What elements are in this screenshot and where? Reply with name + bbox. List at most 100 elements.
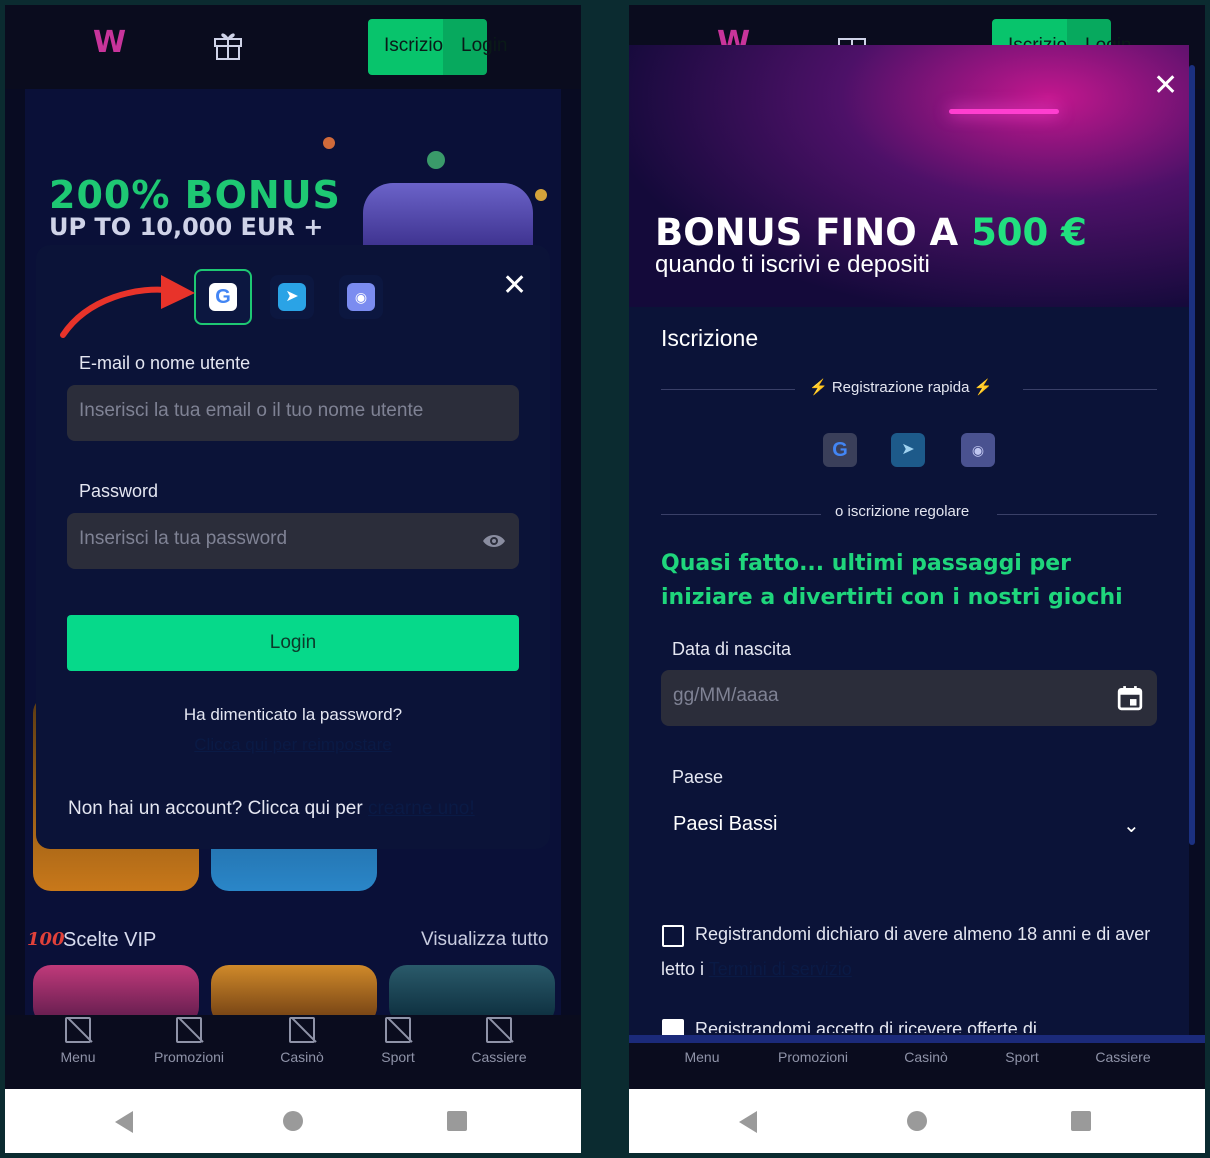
divider-line	[1023, 389, 1157, 390]
divider-line	[661, 514, 821, 515]
no-account-label: Non hai un account? Clicca qui per	[68, 798, 368, 819]
nav-casino[interactable]: Casinò	[277, 1015, 327, 1065]
calendar-icon[interactable]	[1117, 685, 1143, 711]
right-phone-screen: W Iscrizione Login ✕ BONUS FINO A 500 € …	[629, 5, 1205, 1153]
forgot-password-text: Ha dimenticato la password?	[183, 705, 403, 724]
country-label: Paese	[672, 767, 724, 787]
recents-icon[interactable]	[447, 1111, 467, 1131]
broken-image-icon	[65, 1017, 91, 1043]
email-input[interactable]: Inserisci la tua email o il tuo nome ute…	[67, 385, 519, 441]
back-icon[interactable]	[115, 1111, 133, 1133]
bonus-amount: 500 €	[971, 211, 1087, 254]
broken-image-icon	[385, 1017, 411, 1043]
login-submit-button[interactable]: Login	[67, 615, 519, 671]
hundred-icon: 100	[27, 929, 65, 950]
nav-cassiere[interactable]: Cassiere	[467, 1015, 531, 1065]
banner-bonus-title: BONUS FINO A 500 €	[655, 211, 1087, 254]
divider-line	[661, 389, 795, 390]
nav-label: Casinò	[280, 1049, 324, 1065]
telegram-signup-button[interactable]: ➤	[891, 433, 925, 467]
nav-label: Casinò	[904, 1049, 948, 1065]
nav-sport[interactable]: Sport	[373, 1015, 423, 1065]
nav-label: Promozioni	[777, 1049, 849, 1065]
coin-decoration	[535, 189, 547, 201]
quick-registration-label: ⚡ Registrazione rapida ⚡	[809, 379, 993, 396]
dob-input[interactable]: gg/MM/aaaa	[661, 670, 1157, 726]
nav-label: Promozioni	[153, 1049, 225, 1065]
nav-menu[interactable]: Menu	[53, 1015, 103, 1065]
left-phone-screen: W Iscrizione Login 200% BONUS UP TO 10,0…	[5, 5, 581, 1153]
nav-casino[interactable]: Casinò	[901, 1049, 951, 1065]
nav-menu[interactable]: Menu	[677, 1049, 727, 1065]
home-icon[interactable]	[283, 1111, 303, 1131]
back-icon[interactable]	[739, 1111, 757, 1133]
android-navigation-bar	[629, 1089, 1205, 1153]
broken-image-icon	[176, 1017, 202, 1043]
bonus-title-prefix: BONUS FINO A	[655, 211, 972, 254]
discord-icon: ◉	[971, 442, 985, 458]
dob-label: Data di nascita	[672, 639, 792, 659]
country-select[interactable]: Paesi Bassi	[673, 813, 778, 836]
site-logo[interactable]: W	[93, 25, 126, 60]
nav-label: Sport	[381, 1049, 415, 1065]
registration-banner: ✕ BONUS FINO A 500 € quando ti iscrivi e…	[629, 45, 1189, 307]
nav-label: Cassiere	[1095, 1049, 1151, 1065]
banner-bonus-subtitle: UP TO 10,000 EUR +	[49, 213, 324, 241]
view-all-link[interactable]: Visualizza tutto	[421, 929, 548, 951]
broken-image-icon	[289, 1017, 315, 1043]
recents-icon[interactable]	[1071, 1111, 1091, 1131]
banner-bonus-subtitle: quando ti iscrivi e depositi	[655, 251, 930, 278]
nav-label: Cassiere	[471, 1049, 527, 1065]
bottom-navigation: Menu Promozioni Casinò Sport Cassiere	[629, 1043, 1205, 1089]
discord-login-button[interactable]: ◉	[339, 275, 383, 319]
telegram-login-button[interactable]: ➤	[270, 275, 314, 319]
password-label: Password	[79, 481, 159, 501]
regular-registration-label: o iscrizione regolare	[835, 503, 970, 520]
chevron-down-icon[interactable]: ⌄	[1123, 813, 1140, 838]
coin-decoration	[323, 137, 335, 149]
google-icon: G	[209, 283, 237, 311]
gift-icon[interactable]	[213, 29, 243, 61]
treasure-chest-image	[363, 183, 533, 253]
password-input[interactable]: Inserisci la tua password	[67, 513, 519, 569]
close-icon[interactable]: ✕	[502, 271, 527, 301]
telegram-icon: ➤	[278, 283, 306, 311]
arrow-annotation	[60, 275, 195, 338]
login-button-top[interactable]: Login	[443, 19, 508, 75]
registration-message: Quasi fatto... ultimi passaggi per inizi…	[661, 551, 1123, 610]
nav-cassiere[interactable]: Cassiere	[1091, 1049, 1155, 1065]
offers-text: Registrandomi accetto di ricevere offert…	[695, 1019, 1037, 1033]
android-navigation-bar	[5, 1089, 581, 1153]
terms-text: Registrandomi dichiaro di avere almeno 1…	[661, 917, 1161, 987]
scrollbar[interactable]	[1189, 65, 1195, 845]
banner-bonus-title: 200% BONUS	[49, 173, 341, 217]
top-header: W Iscrizione Login	[5, 5, 581, 89]
discord-signup-button[interactable]: ◉	[961, 433, 995, 467]
reset-password-link[interactable]: Clicca qui per reimpostare	[36, 735, 550, 755]
coin-decoration	[427, 151, 445, 169]
email-label: E-mail o nome utente	[79, 353, 251, 373]
section-title: Iscrizione	[661, 325, 759, 351]
nav-promozioni[interactable]: Promozioni	[771, 1049, 855, 1065]
no-account-text: Non hai un account? Clicca qui per crear…	[68, 798, 475, 820]
home-icon[interactable]	[907, 1111, 927, 1131]
divider-line	[997, 514, 1157, 515]
close-icon[interactable]: ✕	[1153, 71, 1178, 101]
vip-section-title: Scelte VIP	[63, 929, 157, 951]
nav-sport[interactable]: Sport	[997, 1049, 1047, 1065]
create-account-link[interactable]: crearne uno!	[368, 798, 475, 819]
broken-image-icon	[486, 1017, 512, 1043]
bottom-navigation: Menu Promozioni Casinò Sport Cassiere	[5, 1015, 581, 1091]
google-signup-button[interactable]: G	[823, 433, 857, 467]
neon-light-decoration	[949, 109, 1059, 114]
nav-label: Sport	[1005, 1049, 1039, 1065]
nav-promozioni[interactable]: Promozioni	[147, 1015, 231, 1065]
nav-label: Menu	[60, 1049, 96, 1065]
telegram-icon: ➤	[901, 441, 915, 458]
eye-icon[interactable]	[482, 533, 506, 549]
terms-of-service-link[interactable]: Termini di servizio	[709, 959, 852, 979]
google-icon: G	[832, 439, 848, 461]
discord-icon: ◉	[347, 283, 375, 311]
modal-bottom-edge	[629, 1035, 1205, 1043]
nav-label: Menu	[684, 1049, 720, 1065]
